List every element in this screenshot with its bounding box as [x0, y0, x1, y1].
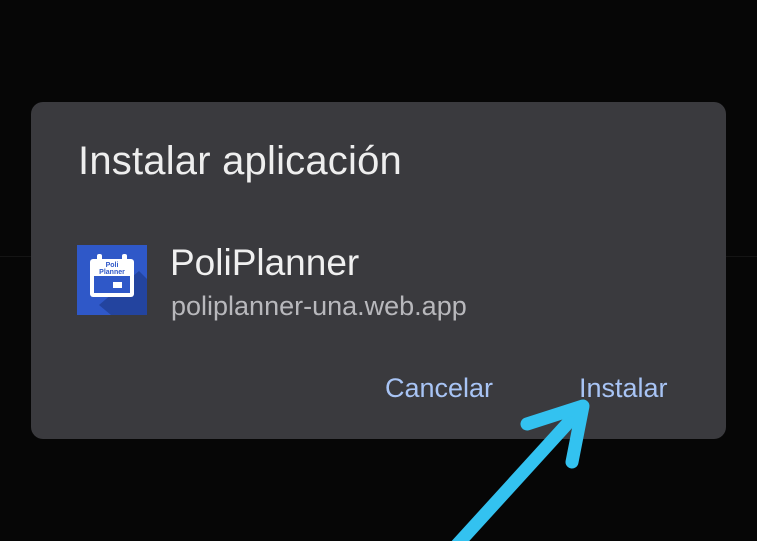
install-app-dialog: Instalar aplicación Poli Planner PoliPla…: [31, 102, 726, 439]
install-button[interactable]: Instalar: [579, 373, 668, 404]
dialog-title: Instalar aplicación: [78, 139, 402, 183]
app-name: PoliPlanner: [170, 242, 360, 283]
calendar-icon: Poli Planner: [90, 254, 147, 315]
cancel-button[interactable]: Cancelar: [385, 373, 493, 404]
app-url: poliplanner-una.web.app: [171, 291, 467, 321]
svg-text:Planner: Planner: [99, 269, 125, 276]
screen-background: Instalar aplicación Poli Planner PoliPla…: [0, 0, 757, 541]
app-icon: Poli Planner: [77, 245, 147, 315]
svg-text:Poli: Poli: [106, 262, 119, 269]
